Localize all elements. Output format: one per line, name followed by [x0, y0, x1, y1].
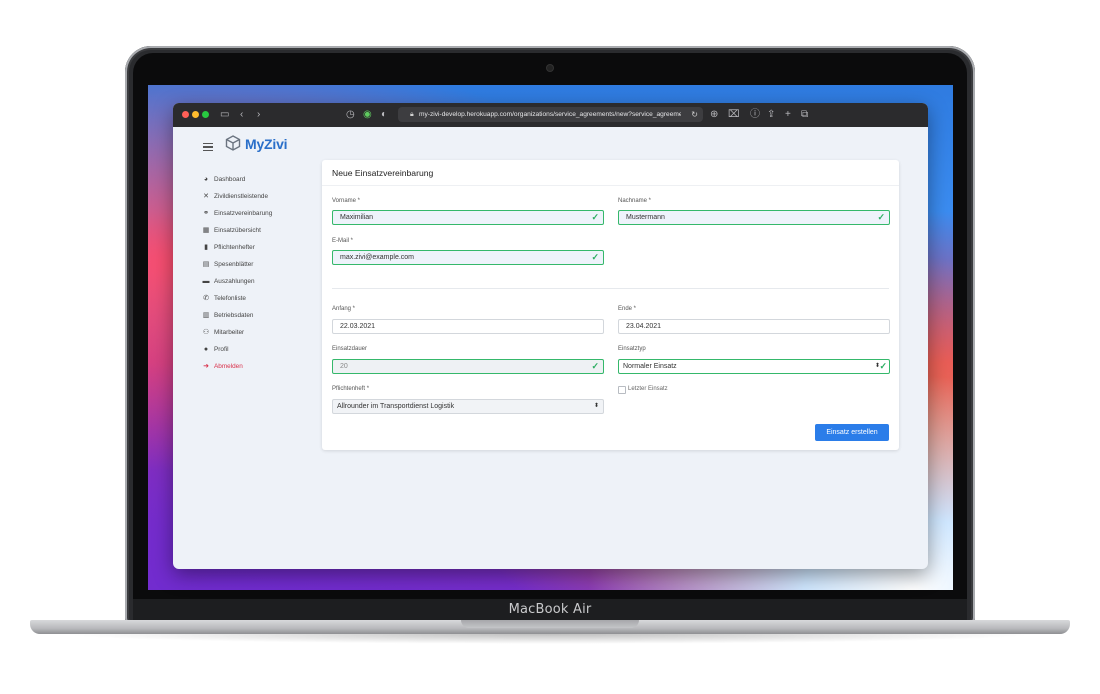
zoom-window-button[interactable] — [202, 111, 209, 118]
check-icon: ✓ — [591, 252, 599, 262]
sidebar-item-pflichtenhefter[interactable]: ▮ Pflichtenhefter — [201, 239, 321, 256]
laptop-notch — [461, 620, 639, 628]
file-icon: ▮ — [204, 244, 208, 251]
ende-label: Ende * — [618, 306, 637, 312]
cube-logo-icon — [225, 135, 241, 151]
sidebar-item-abmelden[interactable]: ➜ Abmelden — [201, 358, 321, 375]
check-icon: ✓ — [591, 212, 599, 222]
reload-icon[interactable]: ↻ — [691, 107, 698, 122]
nachname-label: Nachname * — [618, 198, 652, 204]
sidebar-item-einsatzvereinbarung[interactable]: ⚭ Einsatzvereinbarung — [201, 205, 321, 222]
laptop-shadow — [60, 634, 1040, 644]
menu-icon[interactable] — [203, 141, 213, 153]
browser-window: ▭ ‹ › ◷ ◉ ◐ 🔒︎ my-zivi-develop.herokuapp… — [173, 103, 928, 569]
vorname-label: Vorname * — [332, 198, 361, 204]
select-arrows-icon: ⬍ — [593, 403, 599, 409]
nachname-field[interactable]: Mustermann ✓ — [618, 210, 890, 225]
sidebar-item-betriebsdaten[interactable]: ▥ Betriebsdaten — [201, 307, 321, 324]
sidebar-item-zivildienstleistende[interactable]: ✕ Zivildienstleistende — [201, 188, 321, 205]
pflichtenheft-label: Pflichtenheft * — [332, 386, 370, 392]
check-icon: ✓ — [877, 212, 885, 222]
app-area: MyZivi ◕ Dashboard ✕ Zivildienstleistende … — [173, 127, 928, 569]
share-icon[interactable]: ⇪ — [767, 107, 775, 123]
brand-name[interactable]: MyZivi — [245, 136, 288, 152]
privacy-report-icon[interactable]: ◷ — [346, 107, 355, 123]
new-tab-icon[interactable]: + — [785, 107, 791, 123]
sidebar-item-telefonliste[interactable]: ✆ Telefonliste — [201, 290, 321, 307]
url-text: my-zivi-develop.herokuapp.com/organizati… — [419, 111, 681, 118]
sidebar-toggle-icon[interactable]: ▭ — [220, 107, 229, 123]
password-icon[interactable]: ⌧ — [728, 107, 740, 123]
pflichtenheft-select[interactable]: Allrounder im Transportdienst Logistik ⬍ — [332, 399, 604, 414]
ende-date-field[interactable]: 23.04.2021 — [618, 319, 890, 334]
divider — [332, 288, 889, 289]
select-arrows-icon: ⬍ — [874, 363, 880, 369]
service-agreement-form-card: Neue Einsatzvereinbarung Vorname * Maxim… — [322, 160, 899, 450]
address-bar[interactable]: 🔒︎ my-zivi-develop.herokuapp.com/organiz… — [398, 107, 703, 122]
device-label: MacBook Air — [508, 602, 592, 617]
check-icon: ✓ — [591, 361, 599, 371]
calendar-icon: ▦ — [202, 227, 210, 234]
einsatz-erstellen-button[interactable]: Einsatz erstellen — [815, 424, 889, 441]
einsatztyp-label: Einsatztyp — [618, 346, 646, 352]
sidebar-item-profil[interactable]: ● Profil — [201, 341, 321, 358]
letzter-einsatz-label: Letzter Einsatz — [628, 386, 668, 392]
check-icon: ✓ — [879, 361, 887, 371]
sign-out-icon: ➜ — [203, 363, 209, 370]
close-window-button[interactable] — [182, 111, 189, 118]
sidebar-item-auszahlungen[interactable]: ▬ Auszahlungen — [201, 273, 321, 290]
extension-icon[interactable]: ◉ — [363, 107, 372, 123]
building-icon: ▥ — [202, 312, 210, 319]
forward-icon[interactable]: › — [257, 107, 260, 123]
tools-icon: ✕ — [203, 193, 209, 200]
einsatzdauer-label: Einsatzdauer — [332, 346, 368, 352]
dashboard-icon: ◕ — [203, 176, 209, 183]
einsatztyp-select[interactable]: Normaler Einsatz ✓ ⬍ — [618, 359, 890, 374]
anfang-label: Anfang * — [332, 306, 356, 312]
email-label: E-Mail * — [332, 238, 354, 244]
browser-toolbar: ▭ ‹ › ◷ ◉ ◐ 🔒︎ my-zivi-develop.herokuapp… — [173, 103, 928, 127]
email-field[interactable]: max.zivi@example.com ✓ — [332, 250, 604, 265]
wallet-icon: ▬ — [202, 278, 210, 285]
vorname-field[interactable]: Maximilian ✓ — [332, 210, 604, 225]
sidebar: ◕ Dashboard ✕ Zivildienstleistende ⚭ Einsat… — [201, 171, 321, 375]
info-icon[interactable]: ⓘ — [750, 107, 760, 123]
sidebar-item-spesenblaetter[interactable]: ▤ Spesenblätter — [201, 256, 321, 273]
users-icon: ⚇ — [202, 329, 210, 336]
back-icon[interactable]: ‹ — [240, 107, 243, 123]
letzter-einsatz-checkbox[interactable] — [618, 386, 626, 394]
shield-icon[interactable]: ◐ — [381, 107, 387, 123]
form-title: Neue Einsatzvereinbarung — [322, 160, 899, 186]
laptop-chin: MacBook Air — [133, 599, 967, 621]
receipt-icon: ▤ — [202, 261, 210, 268]
tab-overview-icon[interactable]: ⧉ — [801, 107, 808, 123]
einsatzdauer-field: 20 ✓ — [332, 359, 604, 374]
sidebar-item-dashboard[interactable]: ◕ Dashboard — [201, 171, 321, 188]
minimize-window-button[interactable] — [192, 111, 199, 118]
phone-icon: ✆ — [203, 295, 209, 302]
anfang-date-field[interactable]: 22.03.2021 — [332, 319, 604, 334]
sidebar-item-mitarbeiter[interactable]: ⚇ Mitarbeiter — [201, 324, 321, 341]
sidebar-item-einsatzuebersicht[interactable]: ▦ Einsatzübersicht — [201, 222, 321, 239]
camera-icon — [547, 65, 553, 71]
download-icon[interactable]: ⊕ — [710, 107, 718, 123]
lock-icon: 🔒︎ — [410, 111, 414, 118]
user-icon: ● — [203, 346, 209, 353]
handshake-icon: ⚭ — [203, 210, 209, 217]
